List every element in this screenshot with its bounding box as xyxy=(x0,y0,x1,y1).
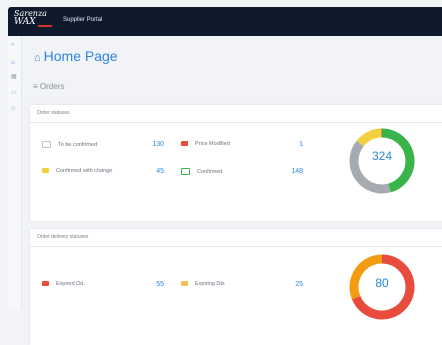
page-title-text: Home Page xyxy=(44,48,118,64)
card-title: Order statuses xyxy=(30,105,442,123)
top-bar: Sarenza WAX Supplier Portal xyxy=(8,7,442,36)
status-count[interactable]: 130 xyxy=(140,141,164,148)
order-total: 324 xyxy=(348,149,416,163)
folder-icon xyxy=(42,141,51,148)
donut-segment xyxy=(360,133,381,143)
home-icon: ⌂ xyxy=(34,52,41,64)
folder-icon xyxy=(42,281,49,286)
folder-icon xyxy=(181,141,188,146)
status-confirmed[interactable]: Confirmed xyxy=(181,168,222,175)
list-icon[interactable]: ▭ xyxy=(11,90,17,96)
folder-icon xyxy=(181,281,188,286)
section-title: ≡ Orders xyxy=(33,82,64,91)
tag-icon[interactable]: ◇ xyxy=(11,106,16,112)
status-to-be-confirmed[interactable]: To be confirmed xyxy=(42,141,97,148)
section-title-text: Orders xyxy=(40,82,64,91)
logo-accent xyxy=(38,25,52,27)
delivery-total: 80 xyxy=(348,276,416,290)
status-count[interactable]: 55 xyxy=(140,281,164,288)
status-count[interactable]: 25 xyxy=(281,281,303,288)
brand-logo[interactable]: Sarenza WAX xyxy=(14,10,56,32)
folder-icon xyxy=(42,168,49,173)
status-confirmed-with-change[interactable]: Confirmed with change xyxy=(42,168,112,174)
status-expired[interactable]: Expired Dd. xyxy=(42,281,85,287)
status-expiring[interactable]: Expiring Dts xyxy=(181,281,225,287)
page-title: ⌂Home Page xyxy=(34,48,118,64)
portal-name: Supplier Portal xyxy=(63,17,102,23)
delivery-statuses-card: Order delivery statuses Expired Dd. 55 E… xyxy=(30,229,442,345)
status-price-modified[interactable]: Price Modified xyxy=(181,141,230,147)
card-title: Order delivery statuses xyxy=(30,229,442,247)
grid-icon[interactable]: ▦ xyxy=(11,74,17,80)
status-count[interactable]: 148 xyxy=(281,168,303,175)
folder-icon xyxy=(181,168,190,175)
chevron-right-icon[interactable]: » xyxy=(11,42,14,48)
main-content: ⌂Home Page ≡ Orders Order statuses To be… xyxy=(22,36,442,309)
orders-icon: ≡ xyxy=(33,82,38,91)
status-count[interactable]: 45 xyxy=(140,168,164,175)
sidebar: » ⌂ ▦ ▭ ◇ xyxy=(8,36,22,309)
home-icon[interactable]: ⌂ xyxy=(11,60,15,66)
order-statuses-card: Order statuses To be confirmed 130 Price… xyxy=(30,105,442,221)
status-count[interactable]: 1 xyxy=(285,141,303,148)
